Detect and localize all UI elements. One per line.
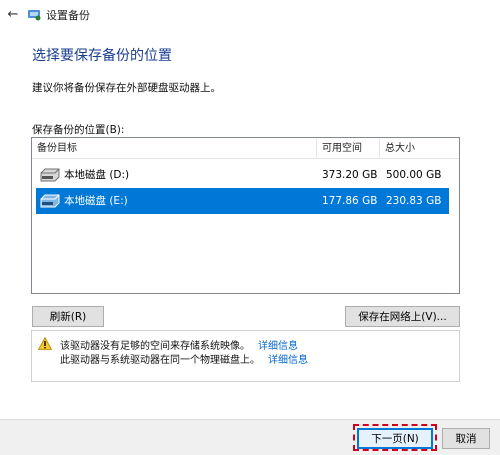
drive-free-space: 177.86 GB: [322, 195, 378, 207]
hard-drive-icon: [40, 168, 60, 182]
backup-destination-list[interactable]: 备份目标 可用空间 总大小 本地磁盘 (D:) 373.20 GB 500.00…: [31, 137, 460, 294]
warning-icon: [38, 337, 52, 350]
list-header: 备份目标 可用空间 总大小: [32, 138, 459, 159]
list-item-drive-e[interactable]: 本地磁盘 (E:) 177.86 GB 230.83 GB: [36, 188, 449, 214]
cancel-button[interactable]: 取消: [442, 428, 490, 449]
list-item-drive-d[interactable]: 本地磁盘 (D:) 373.20 GB 500.00 GB: [36, 162, 449, 188]
page-heading: 选择要保存备份的位置: [32, 48, 172, 64]
drive-name: 本地磁盘 (E:): [64, 195, 128, 207]
back-arrow-icon[interactable]: ←: [6, 7, 20, 22]
warning-line-2: 此驱动器与系统驱动器在同一个物理磁盘上。 详细信息: [60, 351, 308, 366]
column-header-total-size[interactable]: 总大小: [380, 138, 461, 159]
next-button[interactable]: 下一页(N): [357, 428, 433, 449]
hard-drive-icon: [40, 194, 60, 208]
warning-text-2: 此驱动器与系统驱动器在同一个物理磁盘上。: [60, 355, 260, 366]
backup-app-icon: [28, 10, 41, 21]
drive-total-size: 230.83 GB: [386, 195, 442, 207]
save-on-network-button[interactable]: 保存在网络上(V)...: [345, 306, 460, 327]
warning-panel: 该驱动器没有足够的空间来存储系统映像。 详细信息 此驱动器与系统驱动器在同一个物理…: [31, 330, 460, 382]
list-label: 保存备份的位置(B):: [32, 124, 125, 136]
window-title: 设置备份: [46, 9, 90, 22]
drive-total-size: 500.00 GB: [386, 169, 442, 181]
column-header-destination[interactable]: 备份目标: [32, 138, 317, 159]
drive-name: 本地磁盘 (D:): [64, 169, 130, 181]
instruction-text: 建议你将备份保存在外部硬盘驱动器上。: [32, 82, 221, 94]
details-link-2[interactable]: 详细信息: [268, 355, 308, 366]
warning-line-1: 该驱动器没有足够的空间来存储系统映像。 详细信息: [60, 337, 298, 352]
drive-free-space: 373.20 GB: [322, 169, 378, 181]
title-bar: ← 设置备份: [0, 0, 500, 28]
column-header-free-space[interactable]: 可用空间: [317, 138, 380, 159]
refresh-button[interactable]: 刷新(R): [32, 306, 104, 327]
